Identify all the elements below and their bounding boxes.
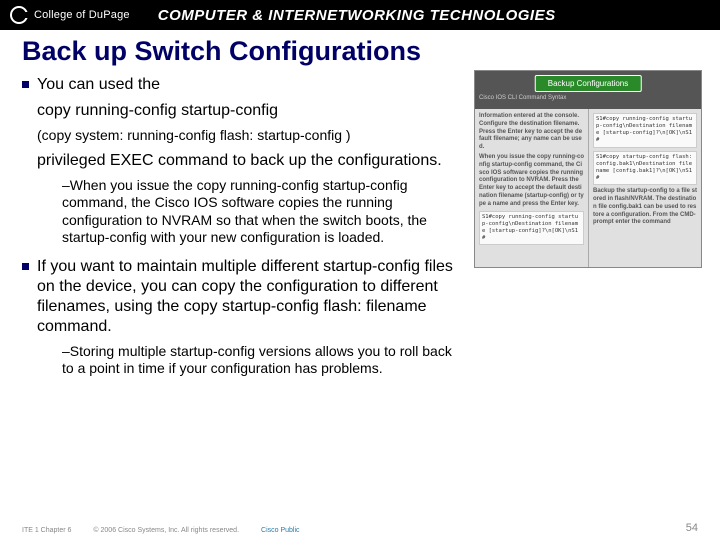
footer: ITE 1 Chapter 6 © 2006 Cisco Systems, In… (0, 527, 720, 534)
figure-right-col: S1#copy running-config startup-config\nD… (588, 109, 701, 267)
figure-caption: Cisco IOS CLI Command Syntax (479, 95, 566, 101)
privileged-line: privileged EXEC command to back up the c… (37, 151, 467, 171)
figure-left-text: Information entered at the console. Conf… (479, 113, 584, 152)
figure-left-col: Information entered at the console. Conf… (475, 109, 588, 267)
banner-program: COMPUTER & INTERNETWORKING TECHNOLOGIES (130, 7, 720, 24)
bullet-2: If you want to maintain multiple differe… (22, 257, 472, 337)
footer-copyright: © 2006 Cisco Systems, Inc. All rights re… (93, 527, 239, 534)
bullet-1-text: You can used the (37, 75, 160, 95)
college-name: College of DuPage (34, 9, 130, 21)
figure-left-text2: When you issue the copy running-config s… (479, 154, 584, 209)
side-figure: Backup Configurations Cisco IOS CLI Comm… (474, 70, 702, 268)
slide-number: 54 (686, 522, 698, 534)
header-banner: College of DuPage COMPUTER & INTERNETWOR… (0, 0, 720, 30)
sub-bullet-1: –When you issue the copy running-config … (62, 177, 462, 247)
figure-right-text: Backup the startup-config to a file stor… (593, 188, 697, 227)
bullet-square-icon (22, 81, 29, 88)
bullet-1: You can used the (22, 75, 452, 95)
figure-header: Backup Configurations Cisco IOS CLI Comm… (475, 71, 701, 109)
figure-body: Information entered at the console. Conf… (475, 109, 701, 267)
footer-chapter: ITE 1 Chapter 6 (22, 527, 71, 534)
banner-left: College of DuPage (0, 0, 130, 30)
figure-right-mono1: S1#copy running-config startup-config\nD… (593, 113, 697, 148)
slide-title: Back up Switch Configurations (22, 36, 698, 67)
sub-bullet-2: –Storing multiple startup-config version… (62, 343, 462, 378)
command-line-1: copy running-config startup-config (37, 101, 452, 121)
slide-content: Back up Switch Configurations You can us… (0, 30, 720, 378)
bullet-2-text: If you want to maintain multiple differe… (37, 257, 472, 337)
command-line-2: (copy system: running-config flash: star… (37, 127, 452, 145)
left-column: You can used the copy running-config sta… (22, 75, 452, 247)
figure-right-mono2: S1#copy startup-config flash:config.bak1… (593, 151, 697, 186)
bullet-square-icon (22, 263, 29, 270)
footer-public: Cisco Public (261, 527, 300, 534)
college-logo-icon (10, 6, 28, 24)
figure-title-badge: Backup Configurations (535, 75, 642, 92)
figure-left-mono: S1#copy running-config startup-config\nD… (479, 211, 584, 246)
